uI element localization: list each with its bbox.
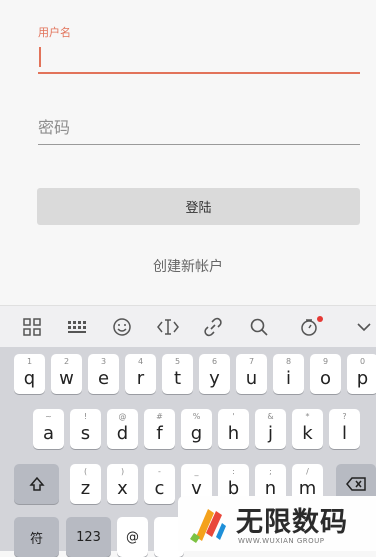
login-form: 用户名 登陆 创建新帐户 <box>0 0 376 305</box>
key-g[interactable]: % g <box>181 409 212 449</box>
notification-dot <box>317 316 323 322</box>
key-o[interactable]: 9o <box>310 354 341 394</box>
key-a[interactable]: ~ a <box>33 409 64 449</box>
watermark-logo <box>188 503 230 549</box>
create-account-link[interactable]: 创建新帐户 <box>0 256 376 276</box>
text-cursor <box>39 47 41 67</box>
key-k[interactable]: * k <box>292 409 323 449</box>
password-input[interactable] <box>38 114 360 145</box>
key-i[interactable]: 8i <box>273 354 304 394</box>
search-icon[interactable] <box>247 315 271 339</box>
backspace-icon <box>346 477 366 491</box>
number-key[interactable]: 123 <box>66 517 111 557</box>
key-l[interactable]: ? l <box>329 409 360 449</box>
keyboard-layout-icon[interactable] <box>65 315 89 339</box>
symbol-key[interactable]: 符 <box>14 517 59 557</box>
watermark: 无限数码 WWW.WUXIAN GROUP <box>178 496 376 551</box>
key-e[interactable]: 3e <box>88 354 119 394</box>
watermark-subtitle: WWW.WUXIAN GROUP <box>238 537 325 545</box>
key-u[interactable]: 7u <box>236 354 267 394</box>
shift-key[interactable] <box>14 464 59 504</box>
key-j[interactable]: & j <box>255 409 286 449</box>
key-r[interactable]: 4r <box>125 354 156 394</box>
key-z[interactable]: (z <box>70 464 101 504</box>
collapse-chevron-icon[interactable] <box>352 315 376 339</box>
key-q[interactable]: 1q <box>14 354 45 394</box>
key-y[interactable]: 6y <box>199 354 230 394</box>
sticker-icon[interactable] <box>297 315 323 339</box>
key-x[interactable]: ) x <box>107 464 138 504</box>
keyboard-toolbar <box>0 305 376 348</box>
at-key[interactable]: @ <box>117 517 148 557</box>
key-f[interactable]: # f <box>144 409 175 449</box>
key-c[interactable]: -c <box>144 464 175 504</box>
key-h[interactable]: ' h <box>218 409 249 449</box>
username-label: 用户名 <box>38 26 71 39</box>
shift-arrow-icon <box>28 476 45 491</box>
watermark-title: 无限数码 <box>236 507 348 538</box>
login-button[interactable]: 登陆 <box>37 188 360 225</box>
username-input[interactable] <box>38 42 360 74</box>
link-icon[interactable] <box>201 315 225 339</box>
key-d[interactable]: @ d <box>107 409 138 449</box>
key-p[interactable]: 0p <box>347 354 376 394</box>
emoji-icon[interactable] <box>110 315 134 339</box>
key-s[interactable]: ! s <box>70 409 101 449</box>
key-w[interactable]: 2w <box>51 354 82 394</box>
apps-grid-icon[interactable] <box>20 315 44 339</box>
key-t[interactable]: 5t <box>162 354 193 394</box>
cursor-move-icon[interactable] <box>156 315 180 339</box>
